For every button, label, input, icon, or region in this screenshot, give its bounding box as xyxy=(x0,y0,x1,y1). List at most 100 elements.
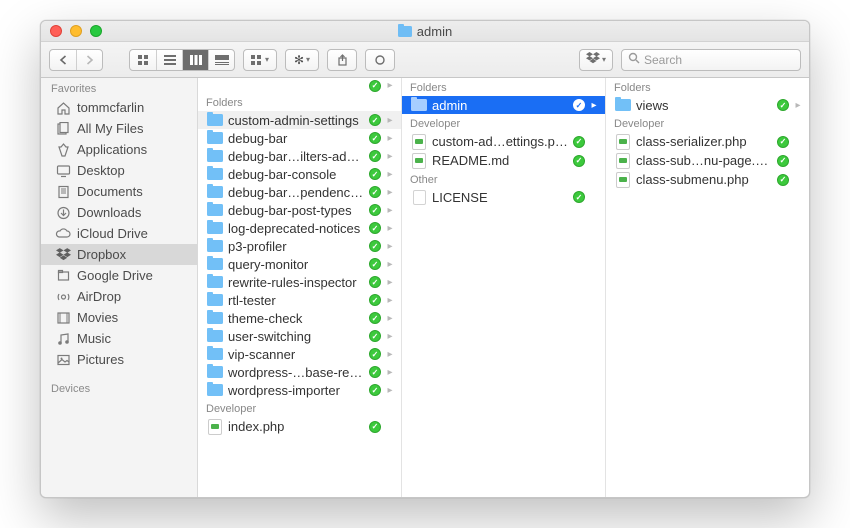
sidebar-item-label: Music xyxy=(77,331,111,346)
file-row[interactable]: LICENSE ✓ xyxy=(402,188,605,206)
action-button[interactable]: ✻ ▾ xyxy=(285,49,319,71)
sidebar-item-desktop[interactable]: Desktop xyxy=(41,160,197,181)
sidebar-item-movies[interactable]: Movies xyxy=(41,307,197,328)
row-label: wordpress-importer xyxy=(228,383,365,398)
row-label: views xyxy=(636,98,773,113)
folder-icon xyxy=(207,168,223,180)
folder-row[interactable]: debug-bar…ilters-addon✓▸ xyxy=(198,147,401,165)
sidebar-item-tommcfarlin[interactable]: tommcfarlin xyxy=(41,97,197,118)
row-label: debug-bar-post-types xyxy=(228,203,365,218)
sidebar-item-all-my-files[interactable]: All My Files xyxy=(41,118,197,139)
sidebar-item-label: Downloads xyxy=(77,205,141,220)
row-label: debug-bar…pendencies xyxy=(228,185,365,200)
sync-check-icon: ✓ xyxy=(369,330,381,342)
maximize-button[interactable] xyxy=(90,25,102,37)
folder-icon xyxy=(398,26,412,37)
group-header: Other xyxy=(402,170,605,188)
folder-row[interactable]: rewrite-rules-inspector✓▸ xyxy=(198,273,401,291)
group-header: Folders xyxy=(402,78,605,96)
sync-check-icon: ✓ xyxy=(573,191,585,203)
nav-buttons xyxy=(49,49,103,71)
list-view-button[interactable] xyxy=(156,50,182,70)
view-mode-buttons xyxy=(129,49,235,71)
finder-window: admin xyxy=(40,20,810,498)
search-input[interactable]: Search xyxy=(621,49,801,71)
tags-button[interactable] xyxy=(365,49,395,71)
sidebar-item-airdrop[interactable]: AirDrop xyxy=(41,286,197,307)
column-view-button[interactable] xyxy=(182,50,208,70)
folder-icon xyxy=(207,132,223,144)
folder-row[interactable]: debug-bar✓▸ xyxy=(198,129,401,147)
folder-row[interactable]: custom-admin-settings✓▸ xyxy=(198,111,401,129)
chevron-right-icon: ▸ xyxy=(385,313,395,324)
folder-row[interactable]: debug-bar-post-types✓▸ xyxy=(198,201,401,219)
gdrive-icon xyxy=(55,269,71,283)
file-row[interactable]: README.md✓ xyxy=(402,151,605,170)
php-file-icon xyxy=(208,419,222,435)
folder-row[interactable]: theme-check✓▸ xyxy=(198,309,401,327)
chevron-right-icon: ▸ xyxy=(385,187,395,198)
folder-icon xyxy=(207,276,223,288)
folder-icon xyxy=(207,240,223,252)
sidebar-item-music[interactable]: Music xyxy=(41,328,197,349)
sidebar-item-applications[interactable]: Applications xyxy=(41,139,197,160)
row-label: log-deprecated-notices xyxy=(228,221,365,236)
sync-check-icon: ✓ xyxy=(369,186,381,198)
file-row[interactable]: class-submenu.php✓ xyxy=(606,170,809,189)
folder-row[interactable]: p3-profiler✓▸ xyxy=(198,237,401,255)
folder-icon xyxy=(207,294,223,306)
arrange-button[interactable]: ▾ xyxy=(243,49,277,71)
sync-check-icon: ✓ xyxy=(369,150,381,162)
folder-row[interactable]: admin✓▸ xyxy=(402,96,605,114)
dropbox-toolbar-button[interactable]: ▾ xyxy=(579,49,613,71)
sync-check-icon: ✓ xyxy=(369,222,381,234)
partial-row-above[interactable]: ✓ ▸ xyxy=(198,78,401,93)
folder-row[interactable]: views✓▸ xyxy=(606,96,809,114)
sidebar-item-label: iCloud Drive xyxy=(77,226,148,241)
icon-view-button[interactable] xyxy=(130,50,156,70)
back-button[interactable] xyxy=(50,50,76,70)
folder-row[interactable]: user-switching✓▸ xyxy=(198,327,401,345)
sidebar-item-downloads[interactable]: Downloads xyxy=(41,202,197,223)
forward-button[interactable] xyxy=(76,50,102,70)
body: Favorites tommcfarlinAll My FilesApplica… xyxy=(41,78,809,497)
sync-check-icon: ✓ xyxy=(777,174,789,186)
sync-check-icon: ✓ xyxy=(573,136,585,148)
sidebar-item-label: Desktop xyxy=(77,163,125,178)
folder-row[interactable]: query-monitor✓▸ xyxy=(198,255,401,273)
folder-row[interactable]: debug-bar-console✓▸ xyxy=(198,165,401,183)
folder-row[interactable]: debug-bar…pendencies ✓ ▸ xyxy=(198,183,401,201)
sidebar-item-google-drive[interactable]: Google Drive xyxy=(41,265,197,286)
row-label: custom-admin-settings xyxy=(228,113,365,128)
folder-row[interactable]: wordpress-…base-reset✓▸ xyxy=(198,363,401,381)
sync-check-icon: ✓ xyxy=(777,99,789,111)
folder-row[interactable]: log-deprecated-notices✓▸ xyxy=(198,219,401,237)
sync-check-icon: ✓ xyxy=(777,155,789,167)
group-header: Developer xyxy=(606,114,809,132)
folder-row[interactable]: wordpress-importer✓▸ xyxy=(198,381,401,399)
folder-icon xyxy=(411,99,427,111)
file-icon xyxy=(413,190,426,205)
close-button[interactable] xyxy=(50,25,62,37)
file-row[interactable]: index.php✓ xyxy=(198,417,401,436)
file-row[interactable]: class-serializer.php✓ xyxy=(606,132,809,151)
share-button[interactable] xyxy=(327,49,357,71)
file-row[interactable]: custom-ad…ettings.php✓ xyxy=(402,132,605,151)
folder-row[interactable]: rtl-tester✓▸ xyxy=(198,291,401,309)
home-icon xyxy=(55,101,71,115)
folder-row[interactable]: vip-scanner✓▸ xyxy=(198,345,401,363)
folder-icon xyxy=(207,366,223,378)
file-row[interactable]: class-sub…nu-page.php✓ xyxy=(606,151,809,170)
sidebar-item-label: Movies xyxy=(77,310,118,325)
chevron-right-icon: ▸ xyxy=(385,277,395,288)
sidebar-item-dropbox[interactable]: Dropbox xyxy=(41,244,197,265)
php-file-icon xyxy=(616,172,630,188)
row-label: LICENSE xyxy=(432,190,569,205)
chevron-right-icon: ▸ xyxy=(385,367,395,378)
sidebar-item-pictures[interactable]: Pictures xyxy=(41,349,197,370)
chevron-right-icon: ▸ xyxy=(385,259,395,270)
sidebar-item-icloud-drive[interactable]: iCloud Drive xyxy=(41,223,197,244)
minimize-button[interactable] xyxy=(70,25,82,37)
sidebar-item-documents[interactable]: Documents xyxy=(41,181,197,202)
coverflow-view-button[interactable] xyxy=(208,50,234,70)
